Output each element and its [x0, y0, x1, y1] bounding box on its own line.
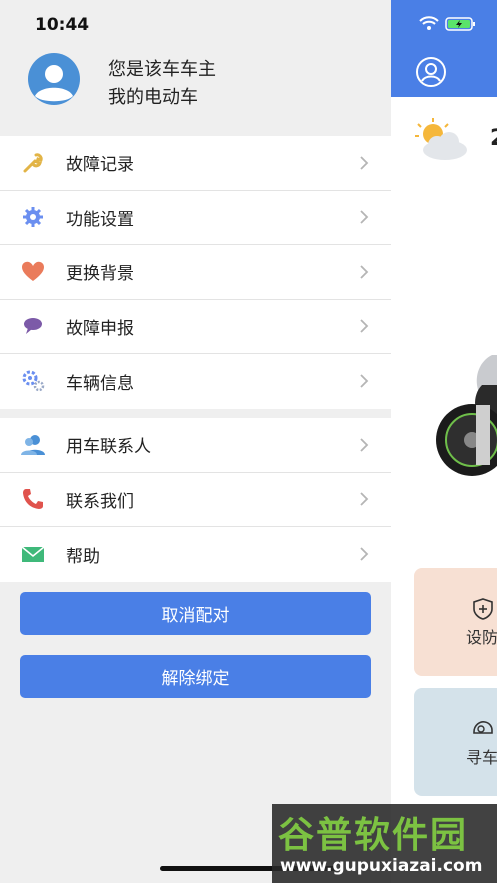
phone-icon: [23, 489, 43, 510]
menu-label: 车辆信息: [66, 373, 134, 394]
menu-label: 用车联系人: [66, 437, 151, 458]
menu-item-contact-us[interactable]: 联系我们: [0, 473, 391, 527]
side-drawer: 您是该车车主 我的电动车 故障记录 功能设置 更换背景 故障申报 车辆信息 用车…: [0, 0, 391, 883]
menu-item-change-background[interactable]: 更换背景: [0, 245, 391, 300]
arm-card[interactable]: 设防: [414, 568, 497, 676]
status-time: 10:44: [35, 15, 90, 35]
chevron-right-icon: [360, 492, 369, 506]
menu-label: 更换背景: [66, 264, 134, 285]
chevron-right-icon: [360, 156, 369, 170]
menu-item-fault-report[interactable]: 故障申报: [0, 300, 391, 354]
helmet-search-icon: [473, 721, 493, 734]
chevron-right-icon: [360, 265, 369, 279]
menu-group-support: 用车联系人 联系我们 帮助: [0, 418, 391, 582]
chevron-right-icon: [360, 319, 369, 333]
weather-icon: [415, 118, 467, 160]
menu-label: 帮助: [66, 546, 100, 567]
owner-status: 您是该车车主: [108, 59, 216, 80]
find-card[interactable]: 寻车: [414, 688, 497, 796]
menu-item-vehicle-info[interactable]: 车辆信息: [0, 354, 391, 409]
watermark: 谷普软件园 www.gupuxiazai.com: [272, 804, 497, 883]
menu-item-fault-records[interactable]: 故障记录: [0, 136, 391, 191]
wrench-icon: [23, 153, 43, 173]
menu-label: 功能设置: [66, 209, 134, 230]
menu-item-vehicle-contacts[interactable]: 用车联系人: [0, 418, 391, 473]
gear-icon: [23, 207, 43, 228]
avatar-icon[interactable]: [22, 52, 86, 106]
arm-label: 设防: [466, 628, 497, 647]
shield-icon: [473, 598, 493, 620]
chevron-right-icon: [360, 374, 369, 388]
status-icons: [419, 16, 475, 31]
menu-label: 故障记录: [66, 155, 134, 176]
profile-icon[interactable]: [415, 56, 447, 88]
unpair-button[interactable]: 取消配对: [20, 592, 371, 635]
watermark-title: 谷普软件园: [278, 815, 469, 856]
chevron-right-icon: [360, 438, 369, 452]
menu-item-function-settings[interactable]: 功能设置: [0, 191, 391, 245]
chevron-right-icon: [360, 210, 369, 224]
watermark-url: www.gupuxiazai.com: [280, 856, 483, 876]
heart-icon: [22, 261, 44, 281]
unbind-button[interactable]: 解除绑定: [20, 655, 371, 698]
temperature-text: 2: [490, 126, 497, 151]
menu-label: 故障申报: [66, 318, 134, 339]
chevron-right-icon: [360, 547, 369, 561]
menu-item-help[interactable]: 帮助: [0, 527, 391, 582]
find-label: 寻车: [466, 748, 497, 767]
my-vehicle-title: 我的电动车: [108, 87, 198, 108]
scooter-image: [436, 355, 497, 476]
wifi-icon: [419, 16, 439, 30]
contacts-icon: [21, 434, 45, 455]
envelope-icon: [21, 546, 45, 563]
speech-bubble-icon: [24, 318, 42, 335]
battery-icon: [445, 17, 475, 31]
gears-icon: [22, 370, 45, 392]
menu-label: 联系我们: [66, 491, 134, 512]
menu-group-main: 故障记录 功能设置 更换背景 故障申报 车辆信息: [0, 136, 391, 409]
